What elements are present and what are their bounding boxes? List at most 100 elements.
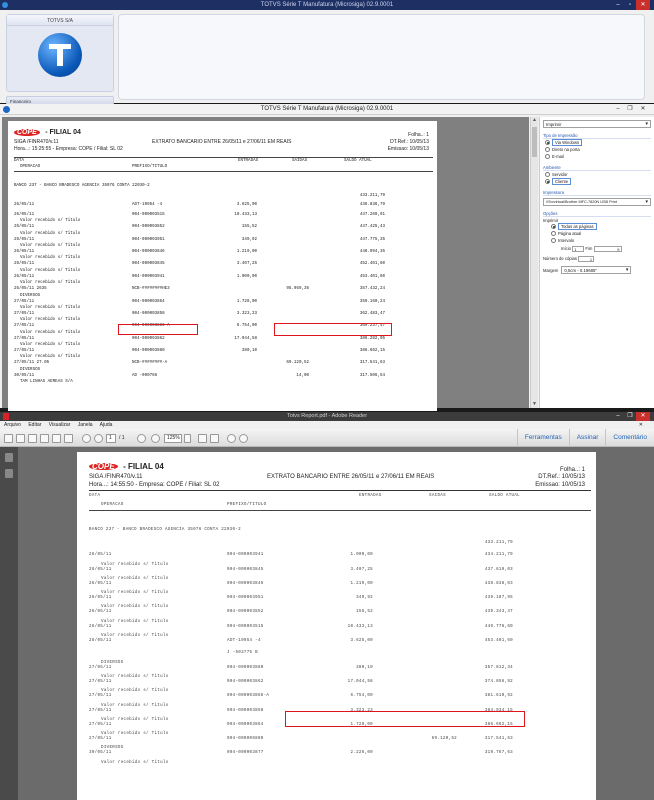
cope-logo: COPE xyxy=(14,129,40,136)
copies-input[interactable]: 1 xyxy=(578,256,595,262)
column-header: DATA OPERACAO PREFIXO/TITULO ENTRADAS SA… xyxy=(14,158,433,172)
radio-pagina-atual[interactable]: Página atual xyxy=(551,230,651,237)
row-titulo: 004-000003862 xyxy=(227,679,264,684)
radio-on-icon xyxy=(545,140,550,145)
fit-page-icon[interactable] xyxy=(198,434,207,443)
radio-label: E-mail xyxy=(552,154,564,159)
radio-direto-porta[interactable]: Direto na porta xyxy=(545,146,651,153)
row-date: 30/05/11 xyxy=(14,373,35,378)
company-card[interactable]: TOTVS S/A xyxy=(6,14,114,92)
radio-off-icon xyxy=(551,231,556,236)
minimize-icon[interactable]: – xyxy=(612,104,624,115)
restore-icon[interactable]: ❐ xyxy=(624,412,636,421)
row-date: 30/05/11 xyxy=(89,751,112,756)
close-icon[interactable]: ✕ xyxy=(636,104,650,115)
row-saldo: 448.994,35 xyxy=(359,249,385,254)
radio-via-windows[interactable]: Via Windows xyxy=(545,139,651,146)
window3-titlebar: Totvs Report.pdf - Adobe Reader – ❐ ✕ xyxy=(0,412,654,421)
save-icon[interactable] xyxy=(40,434,49,443)
report-emissao: Emissao: 10/05/13 xyxy=(387,146,429,152)
attachments-icon[interactable] xyxy=(5,469,13,478)
row-titulo: 004-000003864 xyxy=(132,299,165,304)
destination-select[interactable]: Imprimir xyxy=(543,120,651,128)
row-saldo: 453.401,60 xyxy=(359,274,385,279)
menu-arquivo[interactable]: Arquivo xyxy=(4,422,21,428)
radio-cliente[interactable]: Cliente xyxy=(545,178,651,185)
minimize-icon[interactable]: – xyxy=(612,412,624,421)
edit-icon[interactable] xyxy=(28,434,37,443)
row-saldo: 447.269,91 xyxy=(359,212,385,217)
row-description: Valor recebido s/ Titulo xyxy=(20,305,81,310)
close-document-icon[interactable]: ✕ xyxy=(639,421,643,429)
tab-comentario[interactable]: Comentário xyxy=(605,429,654,447)
row-date: 27/05/11 xyxy=(14,311,35,316)
row-titulo: 004-000003852 xyxy=(132,225,165,230)
table-row: 26/05/11 ADT-10954 -4 3.625,00 453.401,60 xyxy=(89,638,591,650)
pdf-report-time: Hora...: 14:55:50 - Empresa: COPE / Fili… xyxy=(89,482,220,488)
close-icon[interactable]: ✕ xyxy=(636,0,650,10)
minimize-icon[interactable]: – xyxy=(612,0,624,10)
scroll-down-icon[interactable]: ▼ xyxy=(532,402,537,407)
table-row: 30/05/11 AD -000766 14,00 317.506,54 xyxy=(14,373,433,382)
radio-servidor[interactable]: Servidor xyxy=(545,171,651,178)
highlight-icon[interactable] xyxy=(239,434,248,443)
close-icon[interactable]: ✕ xyxy=(636,412,650,421)
row-date: 26/05/11 xyxy=(14,274,35,279)
radio-todas-paginas[interactable]: Todas as páginas xyxy=(551,223,651,230)
app-icon xyxy=(2,2,8,8)
radio-email[interactable]: E-mail xyxy=(545,153,651,160)
zoom-out-icon[interactable] xyxy=(137,434,146,443)
company-card-title: TOTVS S/A xyxy=(7,15,113,26)
restore-icon[interactable]: ❐ xyxy=(624,104,636,115)
pdf-report-program: SIGA /FINR470/v.11 xyxy=(89,474,143,480)
col-operacao: OPERACAO xyxy=(101,503,124,507)
row-entradas: 6.754,00 xyxy=(236,324,257,329)
row-saldo: 452.401,60 xyxy=(359,262,385,267)
vertical-scrollbar[interactable]: ▲ ▼ xyxy=(530,117,538,408)
fit-width-icon[interactable] xyxy=(210,434,219,443)
zoom-dropdown-icon[interactable] xyxy=(184,434,191,443)
zoom-select[interactable]: 125% xyxy=(164,434,182,443)
row-description: Valor recebido s/ Titulo xyxy=(20,330,81,335)
row-description: Valor recebido s/ Titulo xyxy=(20,256,81,261)
menu-ajuda[interactable]: Ajuda xyxy=(100,422,113,428)
zoom-in-icon[interactable] xyxy=(151,434,160,443)
radio-label: Intervalo xyxy=(558,238,575,243)
tab-assinar[interactable]: Assinar xyxy=(568,429,606,447)
maximize-icon[interactable]: ▫ xyxy=(624,0,636,10)
menu-editar[interactable]: Editar xyxy=(28,422,41,428)
open-icon[interactable] xyxy=(4,434,13,443)
margin-select[interactable]: 0,5cm - 0.19685" xyxy=(561,266,632,274)
row-description: Valor recebido s/ Titulo xyxy=(20,281,81,286)
printer-select[interactable]: \\Srvvirtual\Brother MFC-7820N USB Print xyxy=(543,198,651,206)
create-icon[interactable] xyxy=(16,434,25,443)
row-date: 26/05/11 xyxy=(14,237,35,242)
comment-icon[interactable] xyxy=(227,434,236,443)
row-entradas: 3.407,25 xyxy=(236,262,257,267)
col-entradas: ENTRADAS xyxy=(238,159,259,163)
print-icon[interactable] xyxy=(52,434,61,443)
row-titulo: 004-000003845 xyxy=(227,567,264,572)
highlight-box-titulo xyxy=(118,324,198,335)
page-number-input[interactable]: 1 xyxy=(106,434,116,443)
row-entradas: 1.728,00 xyxy=(236,299,257,304)
scrollbar-thumb[interactable] xyxy=(532,127,537,157)
email-icon[interactable] xyxy=(64,434,73,443)
page-total: / 1 xyxy=(119,435,125,441)
menu-janela[interactable]: Janela xyxy=(78,422,93,428)
scroll-up-icon[interactable]: ▲ xyxy=(532,118,537,123)
inicio-input[interactable]: 1 xyxy=(572,246,585,252)
radio-intervalo[interactable]: Intervalo xyxy=(551,237,651,244)
row-saldo: 434.211,79 xyxy=(484,553,513,558)
row-description: Valor recebido s/ Titulo xyxy=(20,243,81,248)
menu-visualizar[interactable]: Visualizar xyxy=(49,422,71,428)
radio-off-icon xyxy=(551,238,556,243)
row-saldo: 453.401,60 xyxy=(484,639,513,644)
fim-input[interactable]: 9 xyxy=(593,246,622,252)
page-thumbnails-icon[interactable] xyxy=(5,453,13,462)
fim-label: Fim xyxy=(585,246,593,252)
previous-page-icon[interactable] xyxy=(82,434,91,443)
next-page-icon[interactable] xyxy=(94,434,103,443)
report-program: SIGA /FINR470/v.11 xyxy=(14,139,59,145)
tab-ferramentas[interactable]: Ferramentas xyxy=(516,429,569,447)
